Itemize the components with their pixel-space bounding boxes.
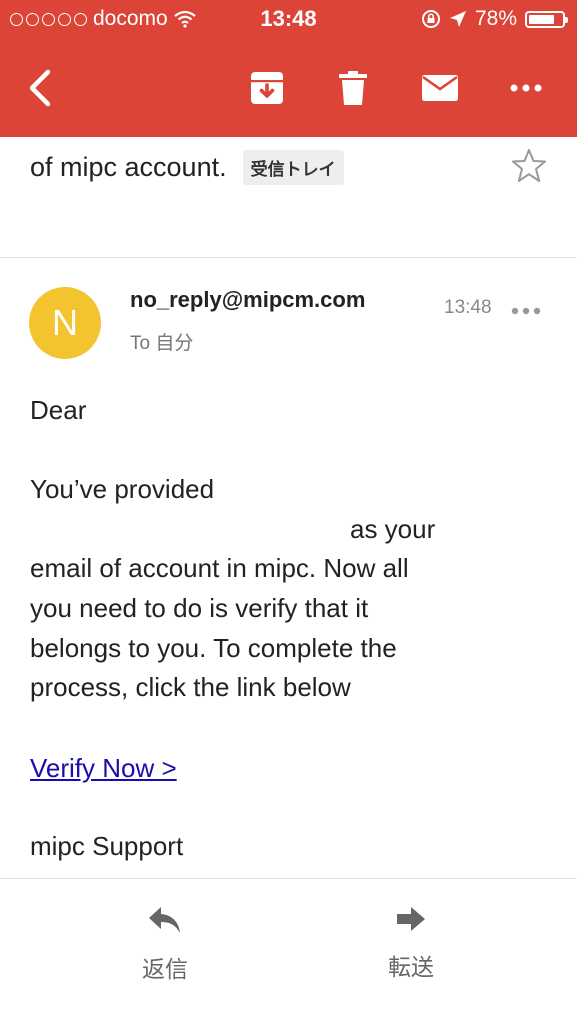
mark-unread-button[interactable] [412,60,468,116]
recipient-info[interactable]: To 自分 [130,328,193,355]
message-time: 13:48 [444,297,492,318]
body-line: as your [350,514,436,544]
verify-now-link[interactable]: Verify Now > [30,748,177,788]
archive-icon [251,72,283,104]
sender-avatar[interactable]: N [29,287,101,359]
delete-button[interactable] [325,60,381,116]
forward-button[interactable]: 転送 [351,905,471,982]
status-right: 78% [421,7,568,31]
location-arrow-icon [449,11,466,27]
mail-icon [422,75,458,101]
more-options-button[interactable] [498,60,554,116]
thread-subject: of mipc account. 受信トレイ [30,150,344,185]
trash-icon [339,71,367,105]
reply-label: 返信 [142,956,188,982]
more-icon [511,307,541,315]
body-line: You’ve provided [30,474,215,504]
body-line: you need to do is verify that it [30,593,369,623]
archive-button[interactable] [239,60,295,116]
reply-icon [149,907,180,933]
signature: mipc Support [30,831,184,861]
battery-fill [529,14,554,24]
back-icon [29,69,51,107]
rotation-lock-icon [421,10,440,28]
battery-percent: 78% [474,7,517,30]
status-bar: docomo 13:48 78% [0,0,577,38]
avatar-letter: N [52,302,78,343]
body-line: process, click the link below [30,672,351,702]
app-header: docomo 13:48 78% [0,0,577,137]
body-line: email of account in mipc. Now all [30,553,409,583]
reply-button[interactable]: 返信 [105,905,225,984]
body-greeting: Dear [30,395,87,425]
subject-text: of mipc account. [30,152,227,182]
battery-icon [525,10,568,28]
message-more-button[interactable] [511,302,541,320]
inbox-label[interactable]: 受信トレイ [242,150,344,185]
forward-label: 転送 [388,954,434,980]
divider [0,257,577,258]
star-icon [512,149,546,182]
sender-address[interactable]: no_reply@mipcm.com [130,287,365,313]
divider [0,878,577,879]
star-button[interactable] [511,148,547,189]
more-icon [510,84,542,92]
back-button[interactable] [12,60,68,116]
forward-icon [397,907,425,931]
body-line: belongs to you. To complete the [30,633,397,663]
